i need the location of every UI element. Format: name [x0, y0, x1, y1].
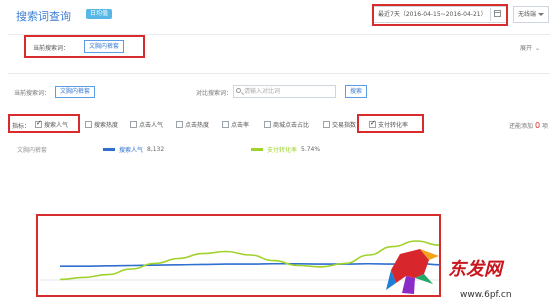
bull-logo-neck — [402, 276, 415, 294]
watermark-brand: 东发网 — [448, 259, 505, 280]
dongfa-watermark: 东发网 www.6pf.cn — [386, 249, 512, 300]
watermark-url: www.6pf.cn — [460, 290, 512, 300]
